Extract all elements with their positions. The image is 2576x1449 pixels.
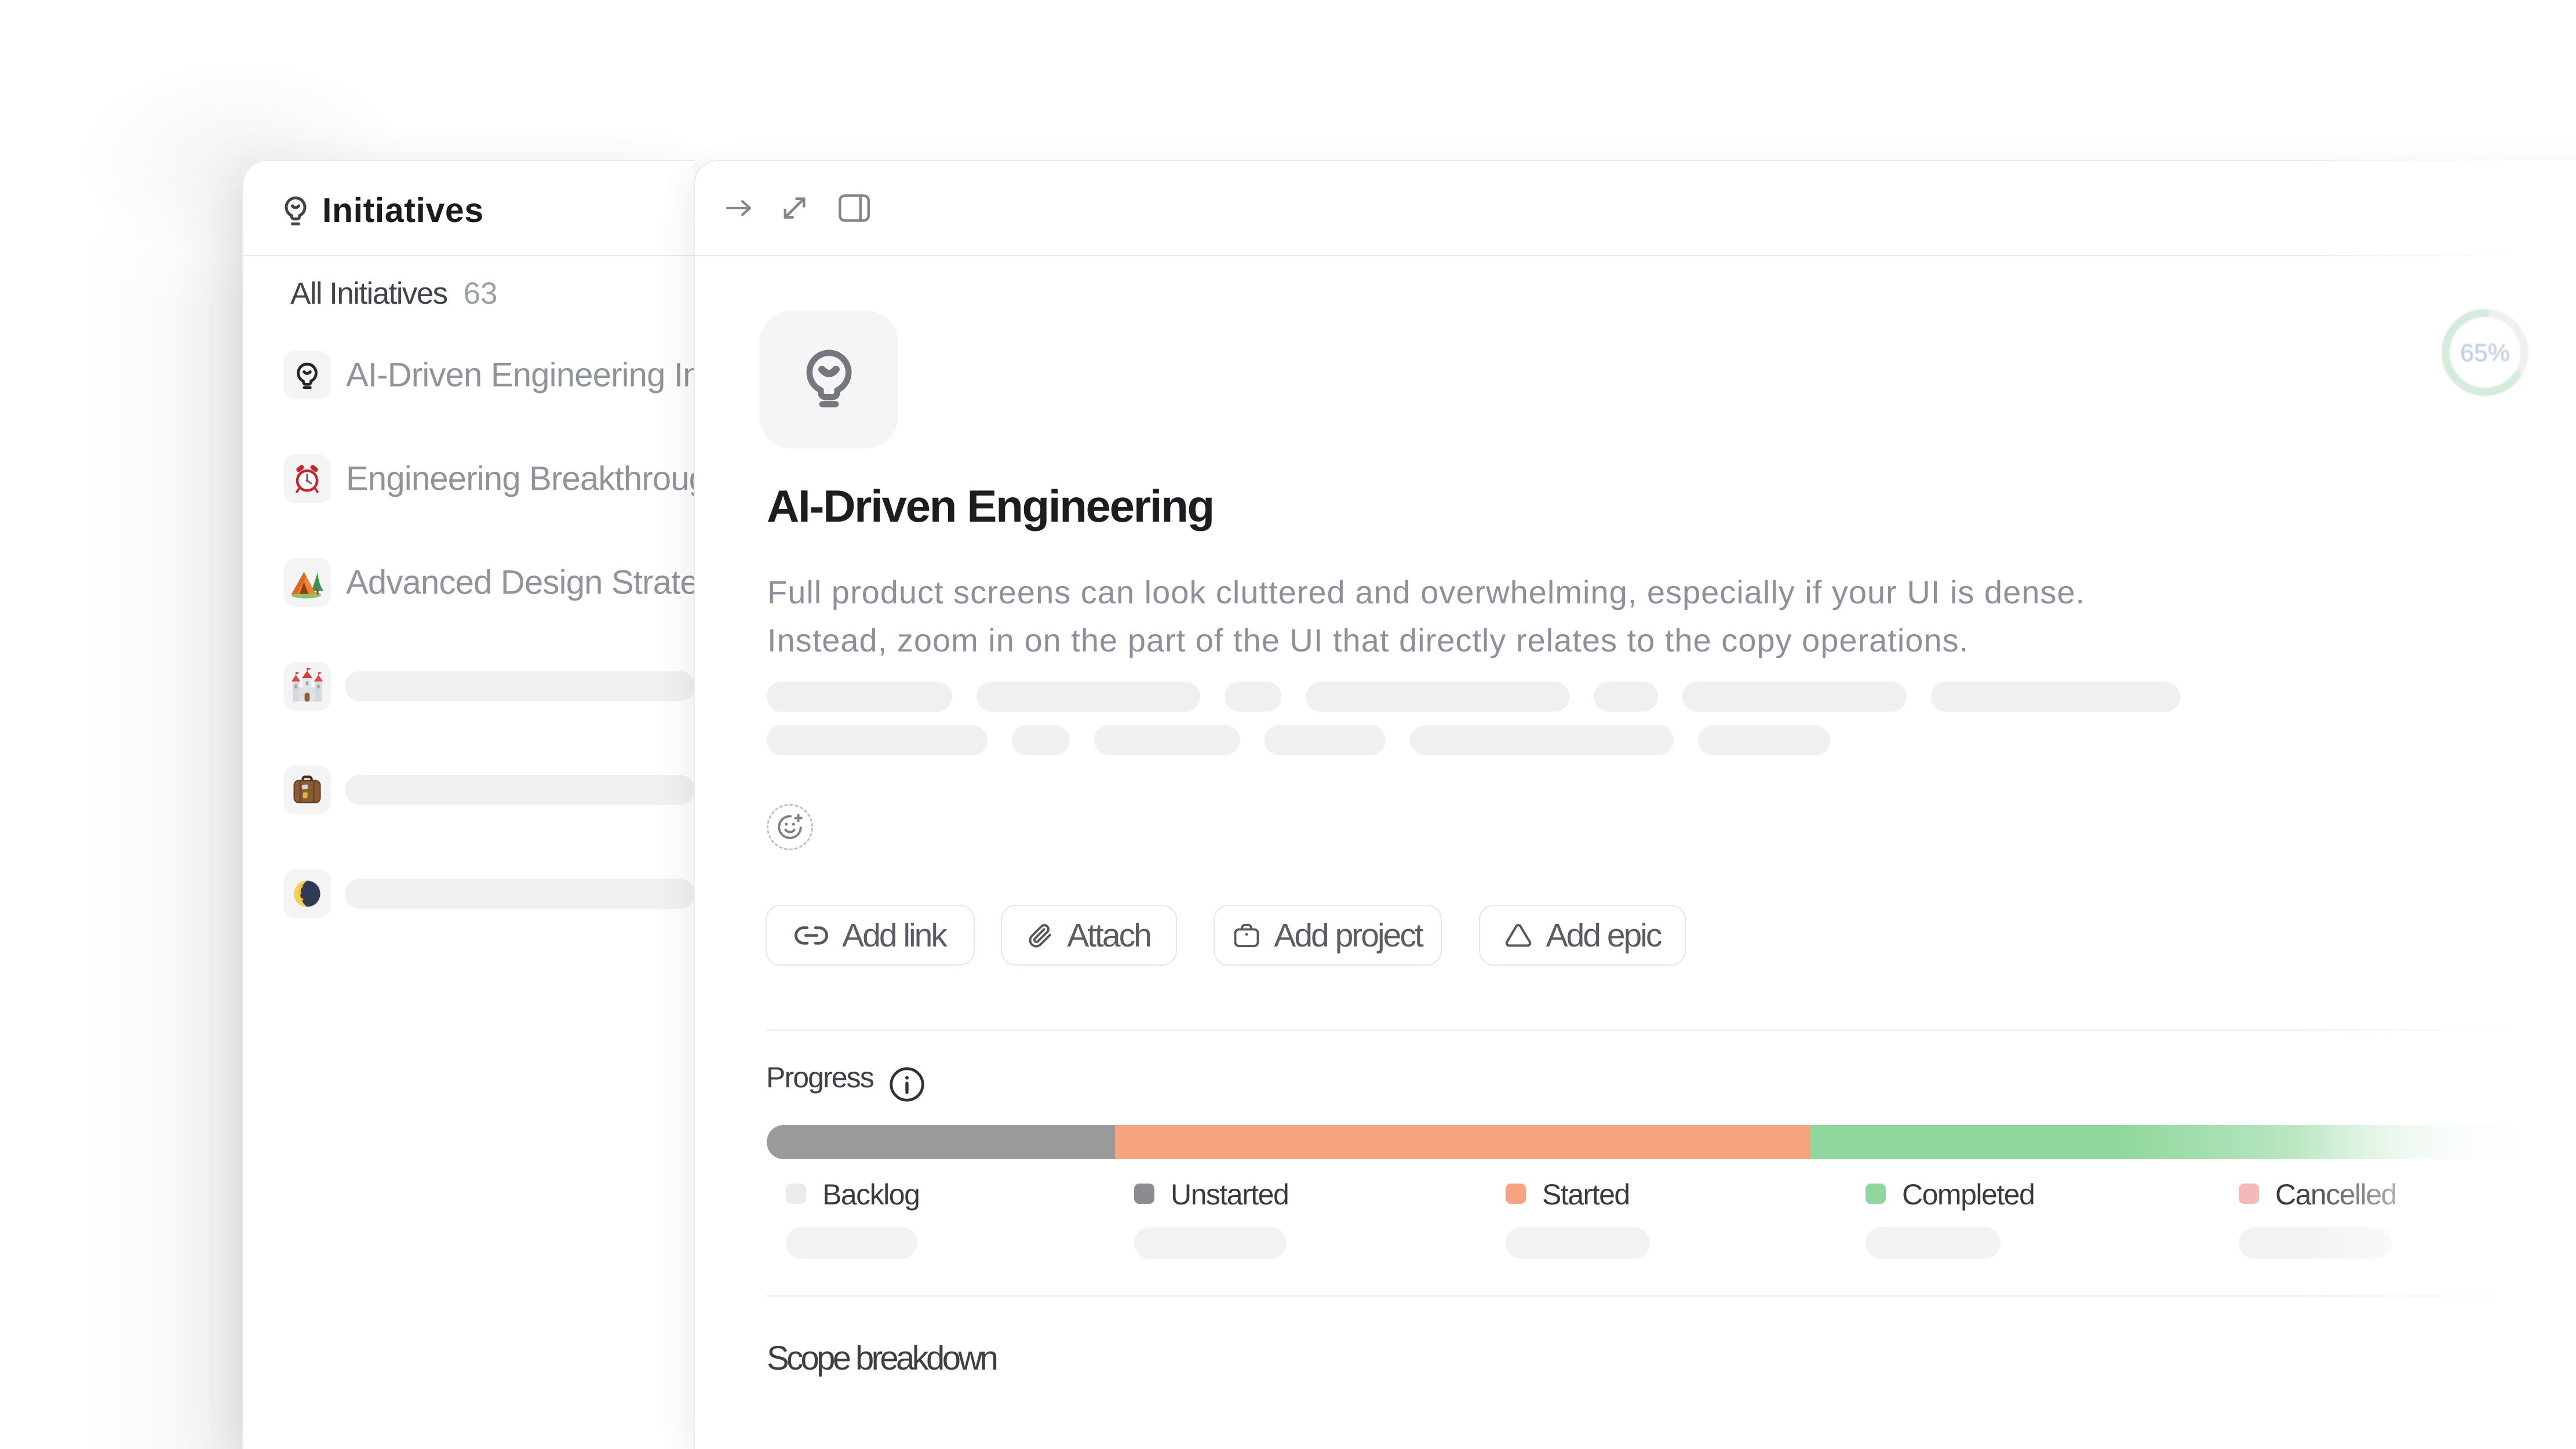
svg-text:65%: 65%	[2460, 339, 2510, 367]
